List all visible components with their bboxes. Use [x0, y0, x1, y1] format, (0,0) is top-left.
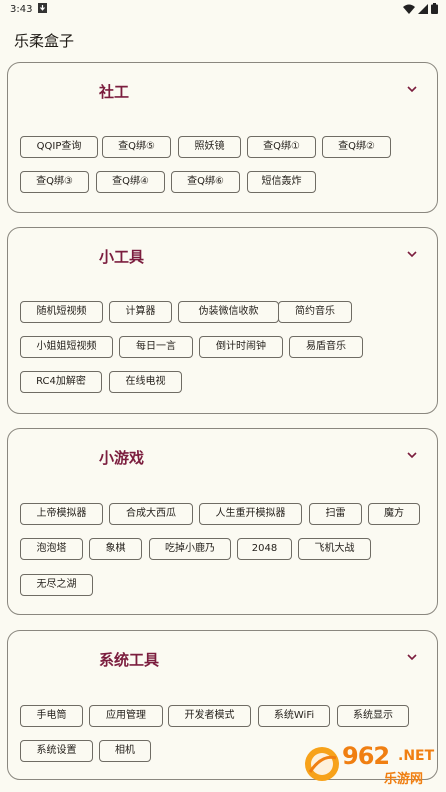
- section-card-games: 小游戏 上帝模拟器 合成大西瓜 人生重开模拟器 扫雷 魔方 泡泡塔 象棋 吃掉小…: [7, 428, 438, 615]
- chip-button[interactable]: 倒计时闹钟: [199, 336, 283, 358]
- section-card-tools: 小工具 随机短视频 计算器 伪装微信收款 简约音乐 小姐姐短视频 每日一言 倒计…: [7, 227, 438, 414]
- chip-button[interactable]: 照妖镜: [178, 136, 241, 158]
- signal-icon: [418, 3, 428, 14]
- watermark-logo: 962 .NET 乐游网: [302, 742, 442, 787]
- chip-button[interactable]: RC4加解密: [20, 371, 102, 393]
- wifi-icon: [403, 4, 415, 14]
- watermark-globe-icon: [305, 747, 339, 781]
- chip-button[interactable]: 象棋: [89, 538, 142, 560]
- chip-button[interactable]: 易盾音乐: [289, 336, 363, 358]
- chip-button[interactable]: 飞机大战: [298, 538, 371, 560]
- chevron-down-icon[interactable]: [407, 452, 417, 459]
- chip-button[interactable]: 在线电视: [109, 371, 182, 393]
- chip-button[interactable]: 查Q绑⑥: [171, 171, 240, 193]
- watermark-number: 962: [342, 742, 390, 770]
- status-time: 3:43: [10, 4, 33, 15]
- chip-button[interactable]: 伪装微信收款: [178, 301, 279, 323]
- chip-button[interactable]: QQIP查询: [20, 136, 98, 158]
- section-title: 小工具: [99, 248, 145, 266]
- watermark-suffix: .NET: [398, 748, 435, 764]
- chip-button[interactable]: 合成大西瓜: [109, 503, 193, 525]
- section-title: 小游戏: [99, 449, 145, 467]
- chip-button[interactable]: 魔方: [368, 503, 420, 525]
- chip-button[interactable]: 应用管理: [89, 705, 163, 727]
- section-title: 社工: [99, 83, 130, 101]
- section-card-social: 社工 QQIP查询 查Q绑⑤ 照妖镜 查Q绑① 查Q绑② 查Q绑③ 查Q绑④ 查…: [7, 62, 438, 213]
- chip-button[interactable]: 吃掉小鹿乃: [149, 538, 231, 560]
- status-bar: 3:43: [0, 0, 446, 20]
- chip-button[interactable]: 查Q绑④: [96, 171, 165, 193]
- app-title: 乐柔盒子: [14, 32, 75, 50]
- chip-button[interactable]: 查Q绑③: [20, 171, 89, 193]
- watermark-brand: 乐游网: [384, 772, 424, 787]
- chip-button[interactable]: 短信轰炸: [247, 171, 316, 193]
- battery-icon: [431, 3, 438, 14]
- chip-button[interactable]: 小姐姐短视频: [20, 336, 113, 358]
- chip-button[interactable]: 相机: [99, 740, 151, 762]
- chip-button[interactable]: 2048: [237, 538, 292, 560]
- download-icon: [38, 3, 47, 13]
- chip-button[interactable]: 查Q绑①: [247, 136, 316, 158]
- chip-button[interactable]: 每日一言: [119, 336, 193, 358]
- section-title: 系统工具: [99, 651, 160, 669]
- chip-button[interactable]: 泡泡塔: [20, 538, 83, 560]
- chip-button[interactable]: 系统WiFi: [258, 705, 330, 727]
- chip-button[interactable]: 上帝模拟器: [20, 503, 103, 525]
- chip-button[interactable]: 简约音乐: [278, 301, 352, 323]
- chip-button[interactable]: 系统设置: [20, 740, 93, 762]
- chip-button[interactable]: 扫雷: [309, 503, 362, 525]
- chip-button[interactable]: 随机短视频: [20, 301, 103, 323]
- chip-button[interactable]: 计算器: [109, 301, 172, 323]
- chip-button[interactable]: 系统显示: [337, 705, 409, 727]
- system-icons: [403, 3, 438, 14]
- chip-button[interactable]: 查Q绑②: [322, 136, 391, 158]
- chevron-down-icon[interactable]: [407, 86, 417, 93]
- chip-button[interactable]: 无尽之湖: [20, 574, 93, 596]
- chevron-down-icon[interactable]: [407, 251, 417, 258]
- chip-button[interactable]: 开发者模式: [168, 705, 251, 727]
- chip-button[interactable]: 手电筒: [20, 705, 83, 727]
- chip-button[interactable]: 人生重开模拟器: [199, 503, 302, 525]
- chip-button[interactable]: 查Q绑⑤: [102, 136, 171, 158]
- chevron-down-icon[interactable]: [407, 654, 417, 661]
